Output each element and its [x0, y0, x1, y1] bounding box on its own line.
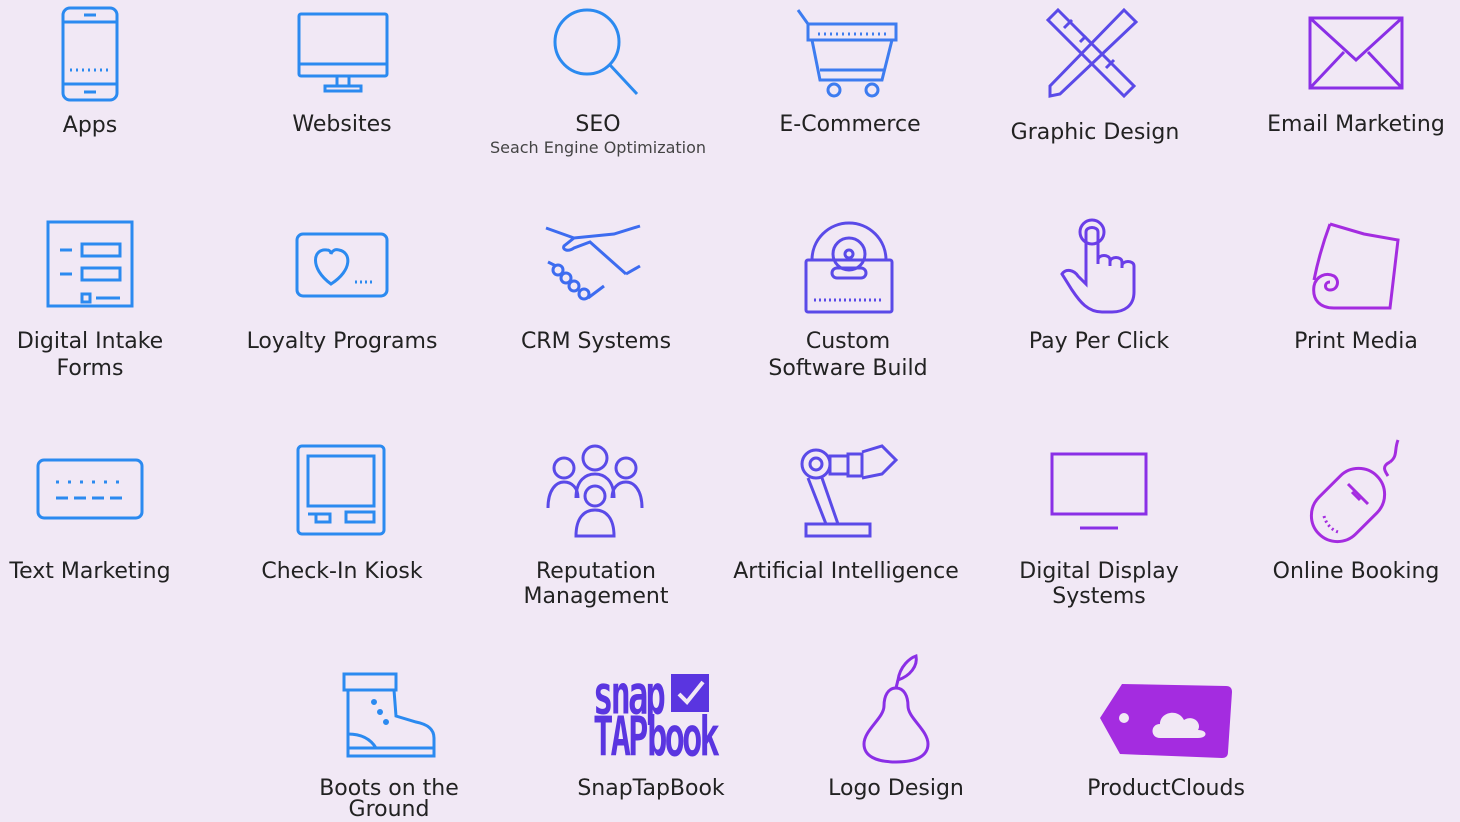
tile-label: Graphic Design: [1010, 120, 1180, 145]
services-page: { "tiles": [ {"label":"Apps","sublabel":…: [0, 0, 1460, 822]
tile-label: E-Commerce: [779, 112, 921, 137]
snaptapbook-logo: snap TAP book: [593, 664, 720, 770]
boot-icon: [342, 672, 436, 758]
tile-ecommerce[interactable]: E-Commerce: [760, 0, 940, 170]
heart-card-icon: [295, 232, 389, 298]
logo-word-tap: TAP: [593, 706, 648, 770]
tile-print-media[interactable]: Print Media: [1270, 210, 1442, 390]
people-group-icon: [546, 444, 644, 538]
tile-sublabel: Seach Engine Optimization: [489, 138, 707, 157]
tile-label-line2: Ground: [348, 797, 430, 822]
computer-mouse-icon: [1309, 439, 1400, 544]
paper-roll-icon: [1312, 222, 1400, 310]
tile-label: Reputation: [536, 559, 656, 584]
form-icon: [46, 220, 134, 308]
tile-seo[interactable]: SEO Seach Engine Optimization: [478, 0, 718, 170]
tile-label: Check-In Kiosk: [261, 559, 423, 584]
tile-label: Logo Design: [828, 776, 964, 801]
tile-graphic-design[interactable]: Graphic Design: [1000, 0, 1190, 170]
tile-label-line2: Forms: [56, 356, 124, 381]
tile-websites[interactable]: Websites: [252, 0, 432, 170]
tile-label: Print Media: [1294, 329, 1418, 354]
tile-label: Apps: [62, 113, 118, 138]
tile-check-in-kiosk[interactable]: Check-In Kiosk: [252, 440, 432, 610]
keyboard-icon: [36, 458, 144, 520]
smartphone-icon: [61, 6, 119, 102]
tile-label: Digital Intake: [16, 329, 164, 354]
tile-reputation-management[interactable]: Reputation Management: [498, 440, 694, 610]
tile-label: Text Marketing: [9, 559, 171, 584]
tile-boots-on-the-ground[interactable]: Boots on the Ground: [300, 660, 478, 822]
tile-snaptapbook[interactable]: snap TAP book SnapTapBook: [560, 660, 742, 820]
tile-artificial-intelligence[interactable]: Artificial Intelligence: [730, 440, 962, 610]
tile-apps[interactable]: Apps: [0, 0, 180, 170]
tile-label-line2: Software Build: [768, 356, 928, 381]
tile-email-marketing[interactable]: Email Marketing: [1258, 0, 1454, 170]
tile-label: ProductClouds: [1087, 776, 1245, 801]
pencil-ruler-icon: [1046, 7, 1139, 98]
tile-label: Digital Display: [1019, 559, 1179, 584]
tile-pay-per-click[interactable]: Pay Per Click: [1010, 210, 1188, 390]
pointer-hand-icon: [1060, 218, 1136, 314]
tile-digital-display-systems[interactable]: Digital Display Systems: [1010, 440, 1188, 610]
tile-custom-software-build[interactable]: Custom Software Build: [752, 210, 944, 390]
kiosk-icon: [296, 444, 386, 536]
tile-label: Custom: [805, 329, 891, 354]
tile-digital-intake-forms[interactable]: Digital Intake Forms: [0, 210, 180, 390]
tile-productclouds[interactable]: ProductClouds: [1070, 660, 1262, 820]
tile-label: Artificial Intelligence: [733, 559, 959, 584]
tile-crm-systems[interactable]: CRM Systems: [498, 210, 694, 390]
tile-label-line2: Systems: [1052, 584, 1146, 609]
tile-text-marketing[interactable]: Text Marketing: [0, 440, 180, 610]
tile-label: Websites: [292, 112, 392, 137]
logo-word-book: book: [647, 706, 720, 770]
tile-label: Online Booking: [1272, 559, 1440, 584]
tile-loyalty-programs[interactable]: Loyalty Programs: [240, 210, 444, 390]
desktop-monitor-icon: [297, 12, 389, 93]
tile-label: SEO: [575, 112, 621, 137]
tile-online-booking[interactable]: Online Booking: [1268, 430, 1444, 610]
magnifier-icon: [553, 8, 639, 96]
cloud-tag-icon: [1100, 684, 1232, 758]
display-screen-icon: [1050, 452, 1148, 530]
software-box-icon: [804, 221, 894, 314]
tile-label: SnapTapBook: [577, 776, 725, 801]
robot-arm-icon: [800, 444, 899, 538]
pear-icon: [862, 654, 930, 764]
tile-label-line2: Management: [523, 584, 669, 609]
tile-label: CRM Systems: [520, 329, 672, 354]
tile-label: Email Marketing: [1267, 112, 1445, 137]
tile-logo-design[interactable]: Logo Design: [808, 650, 984, 820]
shopping-cart-icon: [796, 9, 898, 98]
envelope-icon: [1308, 16, 1404, 90]
tile-label: Loyalty Programs: [246, 329, 438, 354]
tile-label: Pay Per Click: [1028, 329, 1170, 354]
handshake-icon: [545, 224, 641, 301]
